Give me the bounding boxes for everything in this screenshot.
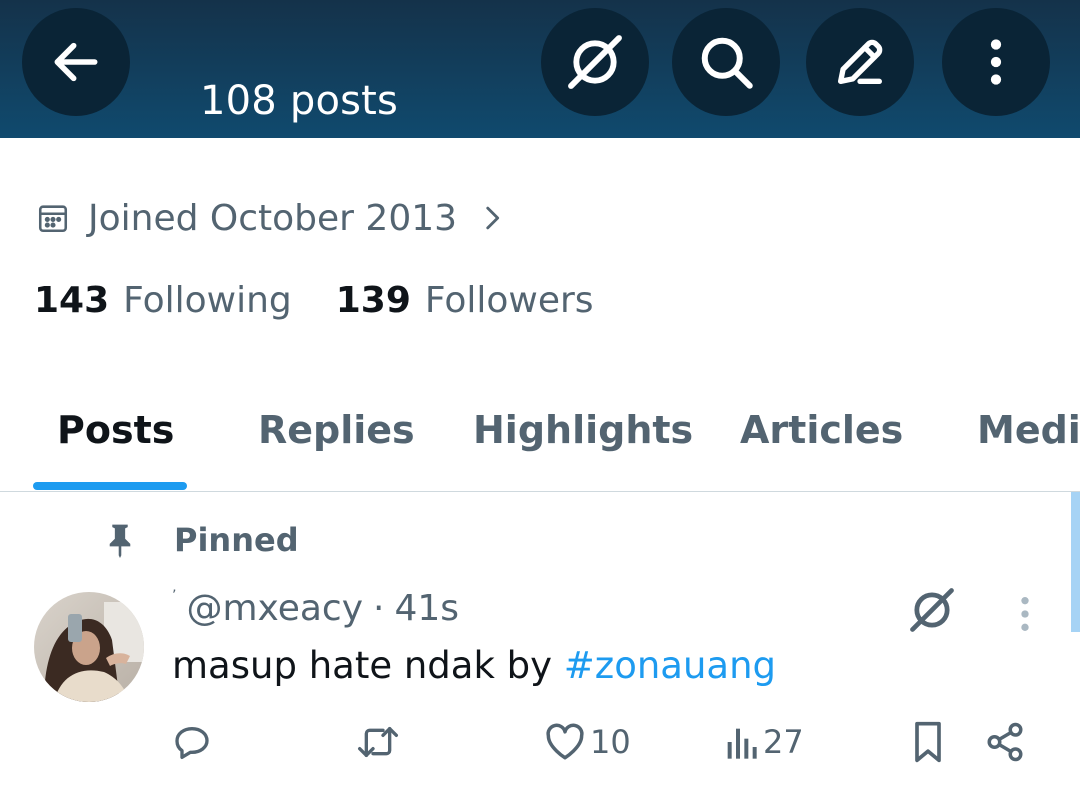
active-tab-indicator [33,482,187,490]
post-more-button[interactable] [1010,594,1040,639]
chevron-right-icon [486,206,500,230]
tab-posts[interactable]: Posts [57,408,174,452]
pinned-label: Pinned [174,521,299,559]
profile-tabs: Posts Replies Highlights Articles Media [0,400,1080,492]
tab-replies[interactable]: Replies [258,408,415,452]
views-icon [727,728,757,759]
more-vertical-icon [990,39,1002,85]
back-arrow-icon [54,42,98,82]
post-time[interactable]: 41s [394,588,459,629]
share-icon [987,722,1023,762]
tab-highlights[interactable]: Highlights [473,408,693,452]
post-meta: ’ @mxeacy · 41s [172,588,459,629]
joined-date-row[interactable]: Joined October 2013 [36,196,505,240]
post-body: masup hate ndak by [172,644,564,687]
grok-button[interactable] [541,8,649,116]
scroll-indicator [1071,492,1080,632]
reply-icon [175,727,209,759]
like-count: 10 [590,723,631,761]
hashtag-link[interactable]: #zonauang [564,644,776,687]
tabs-divider [0,491,1080,492]
more-vertical-icon [1021,597,1029,631]
tab-articles[interactable]: Articles [740,408,903,452]
views-count: 27 [763,723,804,761]
follow-stats: 143 Following 139 Followers [34,280,594,321]
bookmark-button[interactable] [908,716,948,768]
tab-media[interactable]: Media [977,408,1080,452]
followers-label: Followers [424,280,594,321]
following-link[interactable]: 143 Following [34,280,292,321]
post-actions: 10 27 [0,716,1080,768]
following-count: 143 [34,280,110,321]
search-icon [701,37,753,89]
reply-button[interactable] [172,716,212,768]
avatar[interactable] [34,592,144,702]
bookmark-icon [915,721,941,763]
grok-icon [910,588,954,632]
more-options-button[interactable] [942,8,1050,116]
back-button[interactable] [22,8,130,116]
pinned-indicator: Pinned [104,520,299,560]
views-button[interactable]: 27 [723,716,804,768]
repost-button[interactable] [355,716,401,768]
post-count: 108 posts [200,78,399,124]
post-handle[interactable]: @mxeacy [186,588,363,629]
post-grok-button[interactable] [906,584,958,641]
search-button[interactable] [672,8,780,116]
share-button[interactable] [984,716,1026,768]
compose-icon [838,39,883,84]
joined-date-text: Joined October 2013 [88,197,458,239]
repost-icon [357,727,398,757]
display-name-mark: ’ [172,588,177,604]
followers-link[interactable]: 139 Followers [336,280,594,321]
following-label: Following [123,280,292,321]
meta-separator: · [373,588,385,629]
post-text: masup hate ndak by #zonauang [172,644,776,687]
compose-button[interactable] [806,8,914,116]
calendar-icon [38,205,68,233]
grok-icon [568,35,622,89]
avatar-image [34,592,144,702]
pin-icon [109,524,131,558]
profile-header-banner: 108 posts [0,0,1080,138]
heart-icon [546,723,584,760]
like-button[interactable]: 10 [544,716,631,768]
followers-count: 139 [335,280,411,321]
